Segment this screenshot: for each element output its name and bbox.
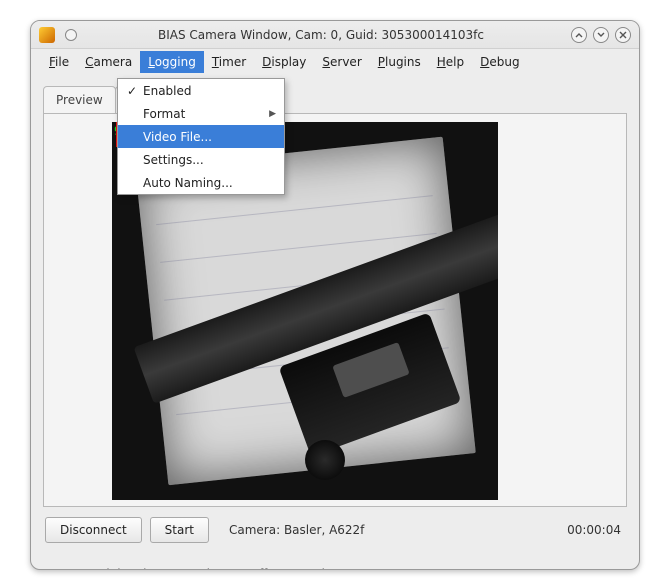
menu-item-label: Video File... [143,130,212,144]
logging-dropdown: ✓ Enabled Format Video File... Settings.… [117,78,285,195]
menu-plugins[interactable]: Plugins [370,51,429,73]
menu-item-label: Settings... [143,153,204,167]
logging-menu-auto-naming[interactable]: Auto Naming... [118,171,284,194]
start-button[interactable]: Start [150,517,209,543]
checkmark-icon: ✓ [124,84,140,98]
logging-menu-format[interactable]: Format [118,102,284,125]
menu-timer[interactable]: Timer [204,51,254,73]
logging-menu-enabled[interactable]: ✓ Enabled [118,79,284,102]
menu-file[interactable]: File [41,51,77,73]
menu-logging[interactable]: Logging [140,51,204,73]
titlebar-dot[interactable] [65,29,77,41]
status-bar: Connected, logging = on, timer = off, St… [31,557,639,570]
menu-item-label: Format [143,107,185,121]
window-title: BIAS Camera Window, Cam: 0, Guid: 305300… [77,28,565,42]
menubar: File Camera Logging Timer Display Server… [31,49,639,75]
menu-server[interactable]: Server [314,51,369,73]
logging-menu-video-file[interactable]: Video File... [118,125,284,148]
camera-label: Camera: Basler, A622f [229,523,364,537]
bottom-toolbar: Disconnect Start Camera: Basler, A622f 0… [43,507,627,547]
close-button[interactable] [615,27,631,43]
elapsed-timer: 00:00:04 [567,523,621,537]
maximize-button[interactable] [593,27,609,43]
menu-item-label: Auto Naming... [143,176,233,190]
app-icon [39,27,55,43]
disconnect-button[interactable]: Disconnect [45,517,142,543]
tab-preview[interactable]: Preview [43,86,116,113]
menu-item-label: Enabled [143,84,192,98]
menu-help[interactable]: Help [429,51,472,73]
titlebar: BIAS Camera Window, Cam: 0, Guid: 305300… [31,21,639,49]
minimize-button[interactable] [571,27,587,43]
menu-display[interactable]: Display [254,51,314,73]
menu-camera[interactable]: Camera [77,51,140,73]
menu-debug[interactable]: Debug [472,51,527,73]
logging-menu-settings[interactable]: Settings... [118,148,284,171]
